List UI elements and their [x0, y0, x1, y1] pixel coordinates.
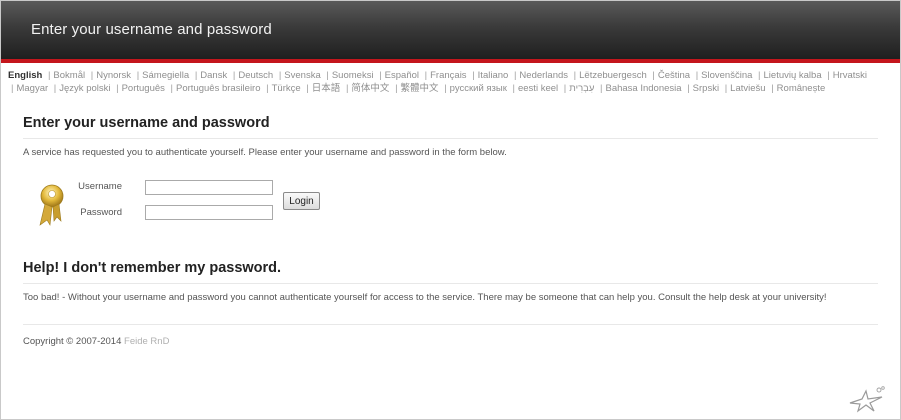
footer-divider	[23, 324, 878, 325]
language-link[interactable]: Deutsch	[238, 70, 273, 81]
login-button[interactable]: Login	[283, 192, 320, 210]
language-separator: |	[563, 83, 567, 94]
language-separator: |	[472, 70, 475, 81]
language-separator: |	[326, 70, 329, 81]
language-link[interactable]: Srpski	[693, 83, 719, 94]
language-link[interactable]: Türkçe	[272, 83, 301, 94]
language-separator: |	[90, 70, 94, 81]
language-separator: |	[194, 70, 198, 81]
language-separator: |	[573, 70, 577, 81]
language-link[interactable]: Język polski	[59, 83, 110, 94]
language-link[interactable]: русский язык	[450, 83, 507, 94]
language-link[interactable]: Svenska	[284, 70, 320, 81]
language-bar: English | Bokmål | Nynorsk | Sámegiella | Da…	[1, 63, 900, 95]
language-link[interactable]: Lietuvių kalba	[764, 70, 822, 81]
help-text: Too bad! - Without your username and pas…	[23, 292, 827, 303]
language-link[interactable]: Português brasileiro	[176, 83, 261, 94]
language-link[interactable]: Čeština	[658, 70, 690, 81]
language-separator: |	[652, 70, 655, 81]
language-separator: |	[266, 83, 269, 94]
header-title: Enter your username and password	[31, 21, 272, 38]
login-description: A service has requested you to authentic…	[23, 147, 507, 158]
language-separator: |	[136, 70, 140, 81]
language-link[interactable]: Latviešu	[730, 83, 765, 94]
page-header: Enter your username and password	[1, 1, 900, 63]
language-link[interactable]: Nederlands	[519, 70, 568, 81]
main-content: Enter your username and password A servi…	[1, 95, 900, 347]
language-link[interactable]: Français	[430, 70, 466, 81]
feide-logo	[849, 386, 885, 413]
language-link[interactable]: Bokmål	[53, 70, 85, 81]
language-link[interactable]: Lëtzebuergesch	[579, 70, 647, 81]
password-input[interactable]	[145, 205, 273, 220]
language-separator: |	[444, 83, 447, 94]
username-input[interactable]	[145, 180, 273, 195]
login-page: Enter your username and password English…	[0, 0, 901, 420]
login-form: Username Password Login	[23, 177, 878, 237]
feide-rnd-link[interactable]: Feide RnD	[124, 336, 169, 347]
language-link[interactable]: Hrvatski	[833, 70, 867, 81]
language-separator: |	[116, 83, 119, 94]
language-separator: |	[724, 83, 728, 94]
language-separator: |	[170, 83, 174, 94]
language-link[interactable]: 简体中文	[351, 83, 389, 94]
username-label: Username	[78, 181, 122, 192]
language-link[interactable]: עִבְרִית	[569, 83, 594, 94]
language-link[interactable]: Nynorsk	[96, 70, 131, 81]
language-link[interactable]: 繁體中文	[401, 83, 439, 94]
help-heading: Help! I don't remember my password.	[23, 260, 878, 284]
language-separator: |	[424, 70, 428, 81]
language-separator: |	[687, 83, 690, 94]
language-separator: |	[53, 83, 57, 94]
language-link[interactable]: eesti keel	[518, 83, 558, 94]
language-link[interactable]: Dansk	[200, 70, 227, 81]
language-separator: |	[379, 70, 382, 81]
language-link[interactable]: Italiano	[478, 70, 509, 81]
language-separator: |	[306, 83, 309, 94]
language-separator: |	[695, 70, 699, 81]
language-link[interactable]: Românește	[777, 83, 826, 94]
copyright: Copyright © 2007-2014 Feide RnD	[23, 336, 878, 347]
language-link[interactable]: Bahasa Indonesia	[605, 83, 681, 94]
language-separator: |	[758, 70, 761, 81]
password-label: Password	[80, 207, 122, 218]
language-separator: |	[512, 83, 515, 94]
language-separator: |	[395, 83, 398, 94]
language-link: English	[8, 70, 43, 81]
login-heading: Enter your username and password	[23, 115, 878, 139]
language-link[interactable]: Suomeksi	[332, 70, 374, 81]
language-link[interactable]: Magyar	[16, 83, 48, 94]
language-separator: |	[771, 83, 774, 94]
language-link[interactable]: 日本語	[312, 83, 341, 94]
language-link[interactable]: Sámegiella	[142, 70, 189, 81]
key-icon	[39, 184, 64, 226]
language-link[interactable]: Slovenščina	[701, 70, 752, 81]
language-link[interactable]: Español	[385, 70, 419, 81]
language-separator: |	[827, 70, 830, 81]
language-link[interactable]: Português	[122, 83, 165, 94]
copyright-text: Copyright © 2007-2014	[23, 336, 122, 347]
